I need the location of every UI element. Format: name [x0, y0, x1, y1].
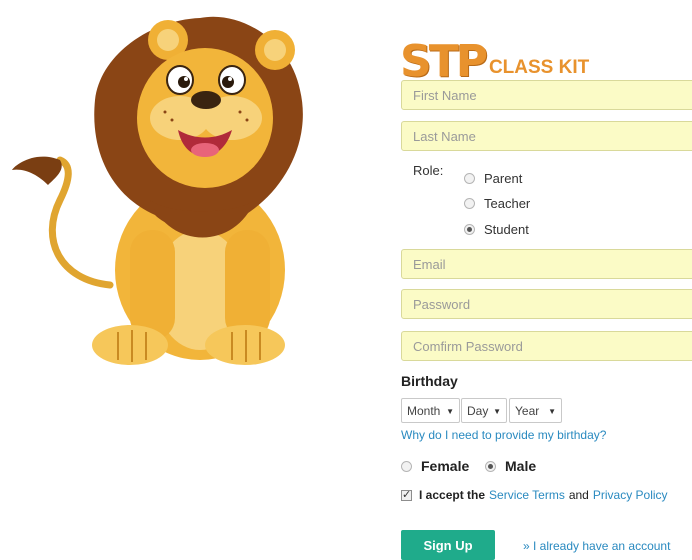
already-have-account-link[interactable]: » I already have an account — [523, 539, 670, 553]
confirm-password-input[interactable] — [401, 331, 692, 361]
logo-mark: STP — [400, 36, 488, 87]
day-select[interactable]: Day ▼ — [461, 398, 507, 423]
terms-row: I accept the Service Terms and Privacy P… — [401, 488, 672, 502]
chevron-down-icon: ▼ — [548, 407, 556, 416]
month-select[interactable]: Month ▼ — [401, 398, 460, 423]
password-input[interactable] — [401, 289, 692, 319]
stp-class-kit-logo: STP CLASS KIT — [400, 36, 590, 87]
gender-option-male[interactable]: Male — [485, 458, 536, 474]
year-select[interactable]: Year ▼ — [509, 398, 562, 423]
lion-mascot-illustration — [12, 16, 303, 365]
role-option-student[interactable]: Student — [464, 222, 529, 237]
role-option-label: Student — [484, 222, 529, 237]
terms-checkbox[interactable] — [401, 488, 412, 501]
email-input[interactable] — [401, 249, 692, 279]
logo-text: CLASS KIT — [488, 57, 590, 78]
chevron-down-icon: ▼ — [446, 407, 454, 416]
radio-icon[interactable] — [401, 460, 412, 472]
month-select-value: Month — [407, 403, 441, 418]
gender-option-female[interactable]: Female — [401, 458, 469, 474]
radio-icon[interactable] — [464, 173, 475, 184]
radio-icon[interactable] — [464, 224, 475, 235]
sign-up-button[interactable]: Sign Up — [401, 530, 495, 560]
chevron-down-icon: ▼ — [493, 407, 501, 416]
terms-and: and — [568, 488, 589, 502]
role-option-teacher[interactable]: Teacher — [464, 196, 530, 211]
gender-option-label: Female — [421, 458, 470, 474]
gender-option-label: Male — [505, 458, 537, 474]
day-select-value: Day — [467, 403, 489, 418]
role-option-parent[interactable]: Parent — [464, 171, 522, 186]
last-name-input[interactable] — [401, 121, 692, 151]
service-terms-link[interactable]: Service Terms — [489, 488, 565, 502]
radio-icon[interactable] — [464, 198, 475, 209]
birthday-label: Birthday — [401, 373, 458, 389]
role-option-label: Teacher — [484, 196, 531, 211]
radio-icon[interactable] — [485, 460, 496, 472]
role-label: Role: — [413, 163, 444, 178]
why-birthday-link[interactable]: Why do I need to provide my birthday? — [401, 428, 606, 442]
role-option-label: Parent — [484, 171, 523, 186]
privacy-policy-link[interactable]: Privacy Policy — [593, 488, 668, 502]
first-name-input[interactable] — [401, 80, 692, 110]
year-select-value: Year — [515, 403, 540, 418]
terms-prefix: I accept the — [419, 488, 486, 502]
